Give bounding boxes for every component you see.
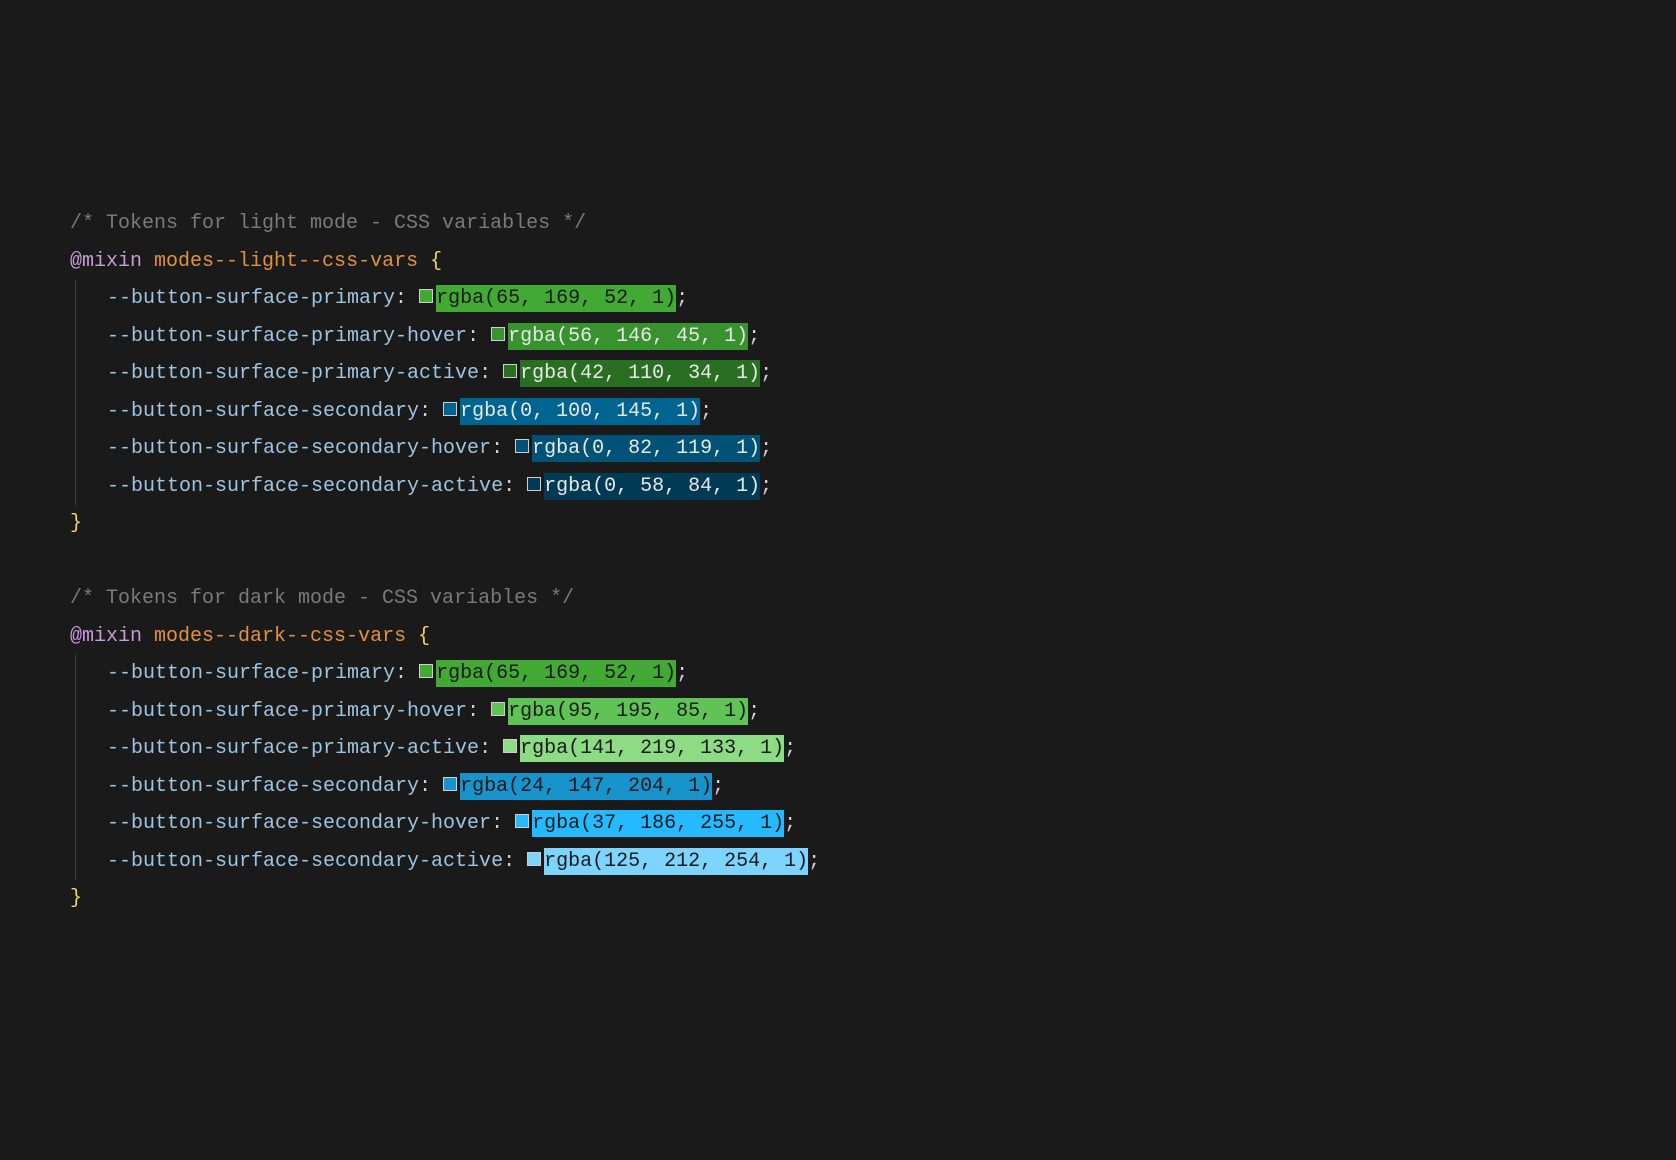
css-variable-declaration: --button-surface-primary-active: rgba(42… xyxy=(35,355,1641,393)
css-property-name: --button-surface-primary-hover xyxy=(107,700,467,723)
css-variable-declaration: --button-surface-secondary-hover: rgba(3… xyxy=(35,805,1641,843)
css-property-name: --button-surface-primary xyxy=(107,662,395,685)
css-variable-declaration: --button-surface-secondary-active: rgba(… xyxy=(35,843,1641,881)
code-comment: /* Tokens for light mode - CSS variables… xyxy=(35,205,1641,243)
css-property-name: --button-surface-primary xyxy=(107,287,395,310)
css-property-value: rgba(0, 82, 119, 1) xyxy=(532,435,760,462)
css-property-value: rgba(56, 146, 45, 1) xyxy=(508,323,748,350)
close-brace: } xyxy=(35,880,1641,918)
css-variable-declaration: --button-surface-secondary: rgba(24, 147… xyxy=(35,768,1641,806)
css-property-value: rgba(125, 212, 254, 1) xyxy=(544,848,808,875)
css-variable-declaration: --button-surface-secondary-active: rgba(… xyxy=(35,468,1641,506)
mixin-declaration: @mixin modes--dark--css-vars { xyxy=(35,618,1641,656)
css-property-name: --button-surface-primary-active xyxy=(107,737,479,760)
css-property-value: rgba(24, 147, 204, 1) xyxy=(460,773,712,800)
css-property-value: rgba(0, 100, 145, 1) xyxy=(460,398,700,425)
css-property-value: rgba(141, 219, 133, 1) xyxy=(520,735,784,762)
css-property-value: rgba(65, 169, 52, 1) xyxy=(436,285,676,312)
color-swatch-icon[interactable] xyxy=(515,814,529,828)
color-swatch-icon[interactable] xyxy=(443,402,457,416)
css-property-name: --button-surface-secondary xyxy=(107,400,419,423)
css-property-name: --button-surface-primary-hover xyxy=(107,325,467,348)
color-swatch-icon[interactable] xyxy=(527,852,541,866)
css-property-name: --button-surface-secondary-active xyxy=(107,475,503,498)
css-variable-declaration: --button-surface-primary: rgba(65, 169, … xyxy=(35,280,1641,318)
color-swatch-icon[interactable] xyxy=(443,777,457,791)
color-swatch-icon[interactable] xyxy=(503,364,517,378)
css-property-name: --button-surface-secondary-active xyxy=(107,850,503,873)
css-variable-declaration: --button-surface-secondary-hover: rgba(0… xyxy=(35,430,1641,468)
mixin-declaration: @mixin modes--light--css-vars { xyxy=(35,243,1641,281)
blank-line xyxy=(35,543,1641,581)
css-property-value: rgba(37, 186, 255, 1) xyxy=(532,810,784,837)
css-variable-declaration: --button-surface-secondary: rgba(0, 100,… xyxy=(35,393,1641,431)
css-property-value: rgba(95, 195, 85, 1) xyxy=(508,698,748,725)
css-property-name: --button-surface-secondary-hover xyxy=(107,437,491,460)
css-property-value: rgba(65, 169, 52, 1) xyxy=(436,660,676,687)
color-swatch-icon[interactable] xyxy=(527,477,541,491)
color-swatch-icon[interactable] xyxy=(419,289,433,303)
color-swatch-icon[interactable] xyxy=(491,327,505,341)
close-brace: } xyxy=(35,505,1641,543)
css-property-name: --button-surface-secondary-hover xyxy=(107,812,491,835)
css-variable-declaration: --button-surface-primary-hover: rgba(95,… xyxy=(35,693,1641,731)
color-swatch-icon[interactable] xyxy=(491,702,505,716)
css-property-value: rgba(0, 58, 84, 1) xyxy=(544,473,760,500)
css-variable-declaration: --button-surface-primary-active: rgba(14… xyxy=(35,730,1641,768)
css-variable-declaration: --button-surface-primary: rgba(65, 169, … xyxy=(35,655,1641,693)
code-comment: /* Tokens for dark mode - CSS variables … xyxy=(35,580,1641,618)
color-swatch-icon[interactable] xyxy=(503,739,517,753)
code-editor-view: /* Tokens for light mode - CSS variables… xyxy=(35,205,1641,918)
color-swatch-icon[interactable] xyxy=(515,439,529,453)
color-swatch-icon[interactable] xyxy=(419,664,433,678)
css-property-name: --button-surface-primary-active xyxy=(107,362,479,385)
css-property-name: --button-surface-secondary xyxy=(107,775,419,798)
css-property-value: rgba(42, 110, 34, 1) xyxy=(520,360,760,387)
css-variable-declaration: --button-surface-primary-hover: rgba(56,… xyxy=(35,318,1641,356)
